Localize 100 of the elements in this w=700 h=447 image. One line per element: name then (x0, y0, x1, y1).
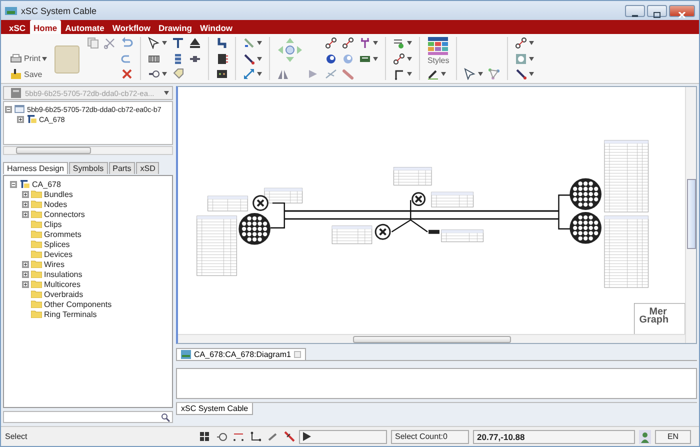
maximize-button[interactable] (647, 4, 667, 16)
language-indicator[interactable]: EN (655, 430, 691, 444)
scissors-icon[interactable] (104, 37, 116, 49)
wire-icon[interactable] (515, 68, 528, 80)
caret-icon[interactable] (162, 41, 168, 45)
horizontal-scrollbar[interactable] (178, 334, 685, 343)
folder-icon (31, 230, 42, 238)
expand-icon[interactable] (22, 260, 29, 268)
expand-icon[interactable] (22, 200, 29, 208)
folder-icon (10, 69, 22, 79)
expand-icon[interactable] (22, 210, 29, 218)
triangle-icon[interactable] (189, 37, 202, 49)
save-button[interactable]: Save (10, 68, 48, 80)
pin-icon[interactable] (359, 37, 372, 49)
menu-tab[interactable]: Workflow (108, 20, 154, 34)
tree-item[interactable]: Grommets (44, 230, 82, 238)
caret-icon[interactable] (441, 72, 446, 76)
capsule-icon[interactable] (342, 68, 354, 80)
pointer-icon[interactable] (148, 37, 160, 49)
caret-icon[interactable] (478, 72, 484, 76)
panel-tab[interactable]: xSD (136, 162, 160, 174)
node-link-icon[interactable] (342, 37, 354, 49)
corner-icon[interactable] (250, 431, 261, 442)
collapse-icon[interactable] (10, 180, 17, 188)
caret-icon[interactable] (257, 41, 262, 45)
tree-item[interactable]: Connectors (44, 210, 85, 218)
connect-icon[interactable] (233, 431, 244, 442)
tee-icon[interactable] (172, 37, 184, 49)
minimize-button[interactable] (625, 4, 645, 16)
caret-icon[interactable] (373, 56, 378, 60)
wire-icon[interactable] (243, 37, 256, 49)
caret-icon[interactable] (529, 56, 534, 60)
ring-icon[interactable] (325, 52, 338, 64)
tree-item[interactable]: Overbraids (44, 290, 84, 298)
caret-icon[interactable] (373, 41, 378, 45)
caret-icon[interactable] (529, 72, 534, 76)
expand-icon[interactable] (22, 270, 29, 278)
graph-icon[interactable] (488, 68, 500, 80)
pointer-icon[interactable] (464, 68, 476, 80)
node-link-icon[interactable] (515, 37, 528, 49)
panel-tab[interactable]: Parts (108, 162, 136, 174)
vertical-scrollbar[interactable] (685, 87, 696, 343)
diagonal-arrows-icon[interactable] (243, 68, 256, 80)
node-link-icon[interactable] (393, 52, 406, 64)
clipboard-icon[interactable] (52, 44, 82, 74)
plug-icon[interactable] (216, 431, 227, 442)
tag-icon[interactable] (172, 68, 184, 80)
expand-icon[interactable] (22, 280, 29, 288)
tree-item[interactable]: Ring Terminals (44, 310, 97, 318)
print-button[interactable]: Print (10, 52, 40, 65)
caret-icon[interactable] (529, 41, 534, 45)
component-icon[interactable] (216, 68, 228, 80)
tree-item[interactable]: CA_678 (32, 180, 61, 188)
caret-icon[interactable] (407, 56, 412, 60)
menu-tab[interactable]: xSC (5, 20, 30, 34)
tree-item[interactable]: Wires (44, 260, 64, 268)
tree-item[interactable]: Multicores (44, 280, 80, 288)
output-tab[interactable]: xSC System Cable (176, 403, 254, 415)
caret-icon[interactable] (257, 72, 262, 76)
menu-tab[interactable]: Home (30, 20, 62, 34)
caret-icon[interactable] (407, 41, 412, 45)
panel-tab[interactable]: Harness Design (3, 162, 68, 174)
styles-button[interactable]: Styles (427, 36, 450, 64)
grid-icon[interactable] (199, 431, 210, 442)
tree-item[interactable]: Nodes (44, 200, 68, 208)
menu-tab[interactable]: Automate (61, 20, 108, 34)
tree-item[interactable]: Bundles (44, 190, 73, 198)
tree-item[interactable]: Clips (44, 220, 62, 228)
wire-icon[interactable] (243, 52, 256, 64)
tree-item[interactable]: Splices (44, 240, 70, 248)
collapse-icon[interactable] (5, 106, 12, 112)
caret-icon[interactable] (162, 72, 168, 76)
wire-cut-icon[interactable] (284, 431, 295, 442)
close-button[interactable] (669, 4, 695, 16)
corner-icon[interactable] (393, 68, 406, 80)
delete-icon[interactable] (121, 68, 134, 80)
move-arrows-icon[interactable] (277, 36, 304, 62)
connector-icon[interactable] (216, 52, 228, 64)
menu-tab[interactable]: Window (196, 20, 236, 34)
route-icon[interactable] (216, 37, 228, 49)
search-field[interactable] (3, 411, 173, 423)
pen-icon[interactable] (427, 68, 440, 80)
caret-icon[interactable] (257, 56, 262, 60)
caret-icon[interactable] (42, 56, 48, 60)
tree-item[interactable]: Insulations (44, 270, 82, 278)
editor-tab[interactable]: CA_678:CA_678:Diagram1 (176, 348, 306, 360)
panel-tab[interactable]: Symbols (68, 162, 108, 174)
menu-tab[interactable]: Drawing (154, 20, 196, 34)
play-icon[interactable] (303, 432, 311, 441)
horizontal-scrollbar[interactable] (3, 146, 173, 155)
add-row-icon[interactable] (393, 37, 406, 49)
tree-item[interactable]: Devices (44, 250, 72, 258)
expand-icon[interactable] (17, 116, 24, 122)
mirror-icon[interactable] (277, 68, 290, 80)
plug-icon[interactable] (148, 68, 160, 80)
node-link-icon[interactable] (325, 37, 338, 49)
expand-icon[interactable] (22, 190, 29, 198)
tree-item[interactable]: Other Components (44, 300, 112, 308)
terminal-strip-icon[interactable] (148, 52, 160, 64)
caret-icon[interactable] (407, 72, 412, 76)
